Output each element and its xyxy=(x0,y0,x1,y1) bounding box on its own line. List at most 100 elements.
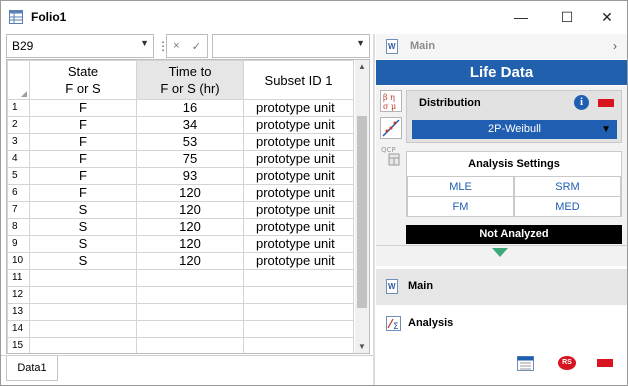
chevron-down-icon[interactable]: ▼ xyxy=(356,38,365,48)
cell-state[interactable]: F xyxy=(29,184,137,202)
cell-time[interactable] xyxy=(136,269,244,287)
row-number[interactable]: 8 xyxy=(7,218,30,236)
chevron-down-icon[interactable]: ▼ xyxy=(140,38,149,48)
cell-subset[interactable]: prototype unit xyxy=(243,99,354,117)
setting-srm[interactable]: SRM xyxy=(514,176,621,197)
cell-subset[interactable]: prototype unit xyxy=(243,184,354,202)
cell-time[interactable] xyxy=(136,286,244,304)
row-number[interactable]: 9 xyxy=(7,235,30,253)
table-row: 3 F 53 prototype unit xyxy=(7,133,354,151)
distribution-select[interactable]: 2P-Weibull ▼ xyxy=(412,120,617,139)
nav-analysis[interactable]: Σ Analysis xyxy=(376,306,627,342)
confirm-edit-button[interactable]: ✓ xyxy=(192,40,201,53)
close-button[interactable]: ✕ xyxy=(587,1,627,33)
row-number[interactable]: 11 xyxy=(7,269,30,287)
cell-state[interactable]: S xyxy=(29,201,137,219)
cell-state[interactable]: F xyxy=(29,133,137,151)
cell-time[interactable]: 120 xyxy=(136,252,244,270)
row-number[interactable]: 10 xyxy=(7,252,30,270)
select-all-corner[interactable] xyxy=(7,60,30,100)
cell-state[interactable]: S xyxy=(29,218,137,236)
scrollbar-thumb[interactable] xyxy=(357,116,367,308)
cell-time[interactable]: 120 xyxy=(136,235,244,253)
cell-subset[interactable] xyxy=(243,303,354,321)
cell-state[interactable]: S xyxy=(29,252,137,270)
cell-state[interactable] xyxy=(29,303,137,321)
panel-header[interactable]: W Main › xyxy=(376,34,627,59)
cell-subset[interactable]: prototype unit xyxy=(243,252,354,270)
distribution-value: 2P-Weibull xyxy=(488,123,541,135)
row-number[interactable]: 2 xyxy=(7,116,30,134)
cell-subset[interactable] xyxy=(243,269,354,287)
cell-subset[interactable]: prototype unit xyxy=(243,167,354,185)
name-box[interactable]: B29 ▼ xyxy=(6,34,154,58)
row-number[interactable]: 6 xyxy=(7,184,30,202)
nav-main[interactable]: W Main xyxy=(376,269,627,305)
chevron-down-icon[interactable]: ▼ xyxy=(601,120,611,139)
row-number[interactable]: 3 xyxy=(7,133,30,151)
cell-state[interactable]: F xyxy=(29,150,137,168)
cell-subset[interactable] xyxy=(243,320,354,338)
vertical-scrollbar[interactable]: ▲ ▼ xyxy=(355,60,369,353)
cell-state[interactable]: F xyxy=(29,99,137,117)
cell-time[interactable]: 120 xyxy=(136,218,244,236)
row-number[interactable]: 5 xyxy=(7,167,30,185)
cell-time[interactable]: 93 xyxy=(136,167,244,185)
cell-time[interactable]: 75 xyxy=(136,150,244,168)
probability-plot-icon[interactable] xyxy=(380,117,402,139)
row-number[interactable]: 1 xyxy=(7,99,30,117)
cell-time[interactable]: 53 xyxy=(136,133,244,151)
cell-subset[interactable]: prototype unit xyxy=(243,235,354,253)
column-header-state[interactable]: State F or S xyxy=(29,60,137,100)
cell-time[interactable] xyxy=(136,303,244,321)
cell-time[interactable] xyxy=(136,320,244,338)
calendar-icon[interactable] xyxy=(517,354,534,371)
row-number[interactable]: 13 xyxy=(7,303,30,321)
cell-state[interactable] xyxy=(29,320,137,338)
setting-med[interactable]: MED xyxy=(514,196,621,217)
cell-time[interactable]: 16 xyxy=(136,99,244,117)
row-number[interactable]: 4 xyxy=(7,150,30,168)
chevron-right-icon[interactable]: › xyxy=(613,39,617,53)
cell-subset[interactable]: prototype unit xyxy=(243,116,354,134)
status-flag-icon[interactable] xyxy=(597,359,613,367)
cell-time[interactable]: 120 xyxy=(136,201,244,219)
cell-state[interactable] xyxy=(29,286,137,304)
cell-time[interactable]: 120 xyxy=(136,184,244,202)
cell-state[interactable] xyxy=(29,269,137,287)
qcp-calculator-icon[interactable]: QCP xyxy=(380,144,402,166)
cell-subset[interactable] xyxy=(243,337,354,353)
row-number[interactable]: 14 xyxy=(7,320,30,338)
cancel-edit-button[interactable]: × xyxy=(173,40,179,52)
column-header-subset[interactable]: Subset ID 1 xyxy=(243,60,354,100)
sheet-tab-data1[interactable]: Data1 xyxy=(6,356,58,381)
cell-time[interactable]: 34 xyxy=(136,116,244,134)
scroll-down-icon[interactable]: ▼ xyxy=(358,342,366,351)
row-number[interactable]: 15 xyxy=(7,337,30,353)
info-icon[interactable]: i xyxy=(574,95,589,110)
setting-mle[interactable]: MLE xyxy=(407,176,514,197)
cell-state[interactable]: F xyxy=(29,116,137,134)
cell-time[interactable] xyxy=(136,337,244,353)
parameters-icon[interactable]: β η σ μ xyxy=(380,90,402,112)
cell-subset[interactable]: prototype unit xyxy=(243,201,354,219)
cell-state[interactable]: S xyxy=(29,235,137,253)
formula-input[interactable]: ▼ xyxy=(212,34,370,58)
scroll-up-icon[interactable]: ▲ xyxy=(358,62,366,71)
cell-state[interactable]: F xyxy=(29,167,137,185)
cell-subset[interactable]: prototype unit xyxy=(243,150,354,168)
expand-down-icon[interactable] xyxy=(492,248,508,257)
rs-badge-icon[interactable]: RS xyxy=(558,356,576,370)
row-number[interactable]: 12 xyxy=(7,286,30,304)
setting-fm[interactable]: FM xyxy=(407,196,514,217)
panel-divider[interactable] xyxy=(373,34,375,385)
row-number[interactable]: 7 xyxy=(7,201,30,219)
column-header-time[interactable]: Time to F or S (hr) xyxy=(136,60,244,100)
cell-subset[interactable]: prototype unit xyxy=(243,218,354,236)
cell-subset[interactable] xyxy=(243,286,354,304)
cell-state[interactable] xyxy=(29,337,137,353)
minimize-button[interactable]: — xyxy=(501,1,541,33)
maximize-button[interactable]: ☐ xyxy=(547,1,587,33)
svg-text:Σ: Σ xyxy=(393,322,399,331)
cell-subset[interactable]: prototype unit xyxy=(243,133,354,151)
